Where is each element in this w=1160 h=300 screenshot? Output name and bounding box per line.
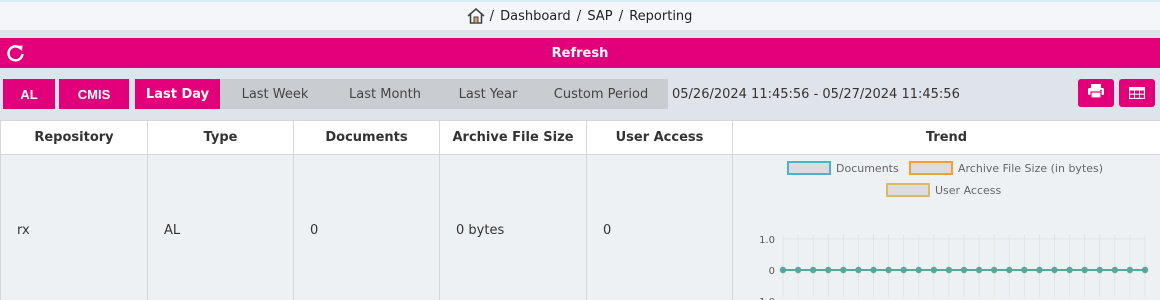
data-point <box>1081 266 1088 274</box>
cell-documents: 0 <box>293 154 440 300</box>
period-last-day[interactable]: Last Day <box>135 79 220 109</box>
period-custom[interactable]: Custom Period <box>534 79 668 109</box>
report-table: Repository Type Documents Archive File S… <box>0 120 1160 300</box>
breadcrumb-dashboard[interactable]: Dashboard <box>500 9 571 24</box>
cell-archive-file-size: 0 bytes <box>439 154 587 300</box>
legend-swatch <box>909 161 953 175</box>
data-point <box>885 266 892 274</box>
period-last-year[interactable]: Last Year <box>442 79 534 109</box>
trend-chart: Documents Archive File Size (in bytes) Use… <box>755 161 1149 300</box>
data-point <box>1066 266 1073 274</box>
y-tick-label: 0 <box>769 266 775 277</box>
data-point <box>840 266 847 274</box>
data-point <box>1141 266 1149 274</box>
data-point <box>779 266 787 274</box>
header-type[interactable]: Type <box>147 120 294 155</box>
cell-user-access: 0 <box>586 154 733 300</box>
data-point <box>1021 266 1028 274</box>
breadcrumb-sap[interactable]: SAP <box>587 9 612 24</box>
data-point <box>1126 266 1134 274</box>
data-point <box>825 266 832 274</box>
header-trend: Trend <box>732 120 1160 155</box>
table-icon <box>1128 84 1146 103</box>
table-header-row: Repository Type Documents Archive File S… <box>0 120 1160 155</box>
legend-swatch <box>886 183 930 197</box>
breadcrumb-separator: / <box>576 8 582 24</box>
toolbar: AL CMIS Last Day Last Week Last Month La… <box>0 76 1160 114</box>
table-row[interactable]: rx AL 0 0 bytes 0 Documents Archive File … <box>0 154 1160 300</box>
legend-label: Documents <box>836 162 899 175</box>
refresh-button[interactable]: Refresh <box>0 38 1160 68</box>
data-point <box>794 266 802 274</box>
repo-cmis-button[interactable]: CMIS <box>59 79 129 109</box>
breadcrumb-reporting: Reporting <box>629 8 693 24</box>
legend-swatch <box>787 161 831 175</box>
date-range: 05/26/2024 11:45:56 - 05/27/2024 11:45:5… <box>672 86 960 102</box>
period-last-month[interactable]: Last Month <box>328 79 442 109</box>
breadcrumb-separator: / <box>618 8 624 24</box>
header-documents[interactable]: Documents <box>293 120 440 155</box>
data-point <box>870 266 877 274</box>
data-point <box>915 266 922 274</box>
legend-label: User Access <box>935 184 1001 197</box>
data-point <box>809 266 817 274</box>
period-last-week[interactable]: Last Week <box>222 79 328 109</box>
print-button[interactable] <box>1078 79 1114 107</box>
cell-trend: Documents Archive File Size (in bytes) Use… <box>732 154 1160 300</box>
breadcrumb-separator: / <box>489 8 494 24</box>
cell-repository: rx <box>0 154 148 300</box>
repo-al-button[interactable]: AL <box>3 79 55 109</box>
data-point <box>930 266 938 274</box>
header-user-access[interactable]: User Access <box>586 120 733 155</box>
table-view-button[interactable] <box>1119 79 1155 107</box>
data-point <box>1006 266 1013 274</box>
refresh-label: Refresh <box>551 45 609 61</box>
header-archive-file-size[interactable]: Archive File Size <box>439 120 587 155</box>
data-point <box>1036 266 1043 274</box>
breadcrumb: / Dashboard / SAP / Reporting <box>0 0 1160 30</box>
refresh-icon[interactable] <box>6 43 26 63</box>
data-point <box>960 266 968 274</box>
header-repository[interactable]: Repository <box>0 120 148 155</box>
data-point <box>1111 266 1119 274</box>
data-point <box>990 266 998 274</box>
data-point <box>855 266 862 274</box>
cell-type: AL <box>147 154 294 300</box>
data-point <box>975 266 983 274</box>
printer-icon <box>1087 83 1105 103</box>
home-icon[interactable] <box>467 8 485 24</box>
data-point <box>1051 266 1058 274</box>
legend-label: Archive File Size (in bytes) <box>958 162 1103 175</box>
data-point <box>900 266 907 274</box>
data-point <box>945 266 953 274</box>
y-tick-label: 1.0 <box>759 235 775 246</box>
data-point <box>1096 266 1103 274</box>
